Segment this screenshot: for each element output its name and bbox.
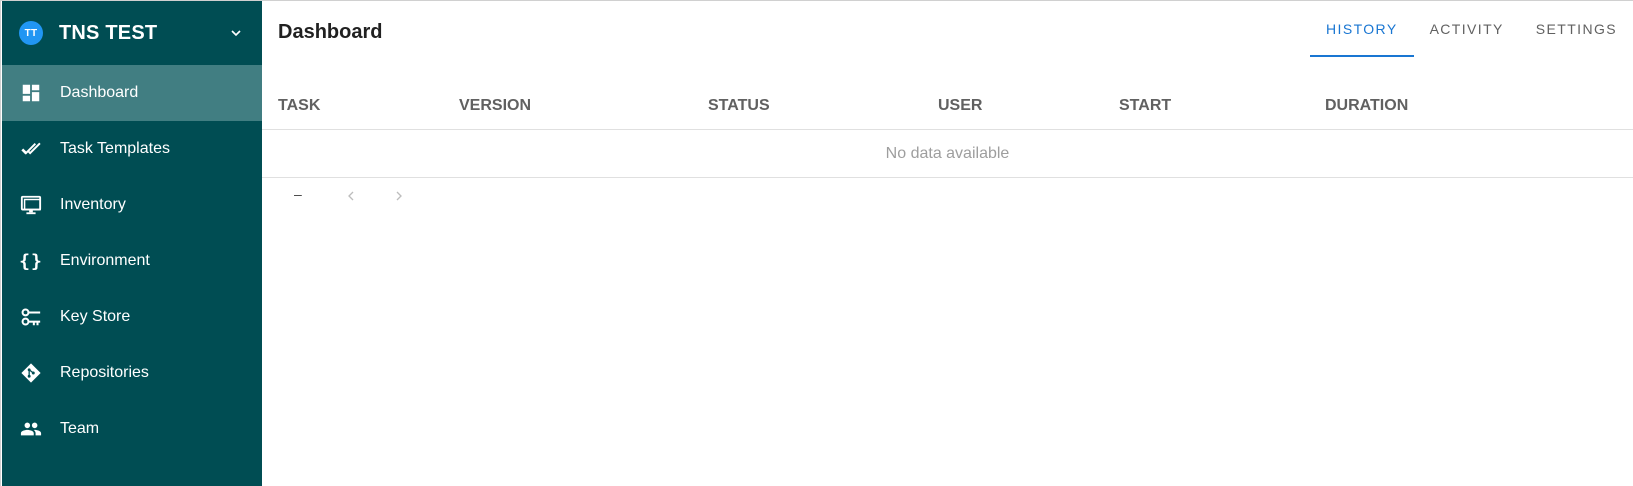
sidebar-item-label: Team <box>60 420 100 437</box>
sidebar-nav: Dashboard Task Templates Inventory {} En… <box>2 65 262 457</box>
sidebar-item-environment[interactable]: {} Environment <box>2 233 262 289</box>
people-icon <box>19 417 43 441</box>
project-name: TNS TEST <box>59 21 158 44</box>
sidebar-item-team[interactable]: Team <box>2 401 262 457</box>
sidebar: TT TNS TEST Dashboard Task Templates Inv… <box>2 1 262 486</box>
sidebar-item-label: Task Templates <box>60 140 170 157</box>
sidebar-item-repositories[interactable]: Repositories <box>2 345 262 401</box>
sidebar-item-label: Key Store <box>60 308 131 325</box>
chevron-left-icon[interactable] <box>341 186 361 206</box>
column-header-user[interactable]: USER <box>938 97 982 115</box>
chevron-right-icon[interactable] <box>389 186 409 206</box>
empty-state-text: No data available <box>885 144 1010 162</box>
git-icon <box>19 361 43 385</box>
tab-activity[interactable]: ACTIVITY <box>1414 1 1520 57</box>
page-range-text: – <box>294 186 302 202</box>
history-table: TASK VERSION STATUS USER START DURATION … <box>262 81 1633 218</box>
page-title: Dashboard <box>278 21 383 43</box>
tab-history[interactable]: HISTORY <box>1310 1 1414 57</box>
project-avatar: TT <box>19 21 43 45</box>
sidebar-item-dashboard[interactable]: Dashboard <box>2 65 262 121</box>
column-header-task[interactable]: TASK <box>278 97 320 115</box>
column-header-version[interactable]: VERSION <box>459 97 531 115</box>
tab-settings[interactable]: SETTINGS <box>1520 1 1633 57</box>
key-icon <box>19 305 43 329</box>
project-selector[interactable]: TT TNS TEST <box>2 1 262 65</box>
sidebar-item-key-store[interactable]: Key Store <box>2 289 262 345</box>
sidebar-item-task-templates[interactable]: Task Templates <box>2 121 262 177</box>
column-header-duration[interactable]: DURATION <box>1325 97 1408 115</box>
column-header-start[interactable]: START <box>1119 97 1171 115</box>
sidebar-item-label: Environment <box>60 252 150 269</box>
empty-state-row: No data available <box>262 130 1633 178</box>
table-header: TASK VERSION STATUS USER START DURATION <box>262 81 1633 130</box>
column-header-status[interactable]: STATUS <box>708 97 770 115</box>
sidebar-item-label: Inventory <box>60 196 126 213</box>
chevron-down-icon[interactable] <box>228 25 244 41</box>
double-check-icon <box>19 137 43 161</box>
sidebar-item-label: Dashboard <box>60 84 139 101</box>
dashboard-icon <box>19 81 43 105</box>
tab-bar: HISTORY ACTIVITY SETTINGS <box>1310 1 1633 57</box>
pagination: – <box>262 178 1633 218</box>
main-content: Dashboard HISTORY ACTIVITY SETTINGS TASK… <box>262 1 1633 486</box>
curly-braces-icon: {} <box>19 250 43 272</box>
sidebar-item-inventory[interactable]: Inventory <box>2 177 262 233</box>
monitor-icon <box>19 193 43 217</box>
sidebar-item-label: Repositories <box>60 364 149 381</box>
